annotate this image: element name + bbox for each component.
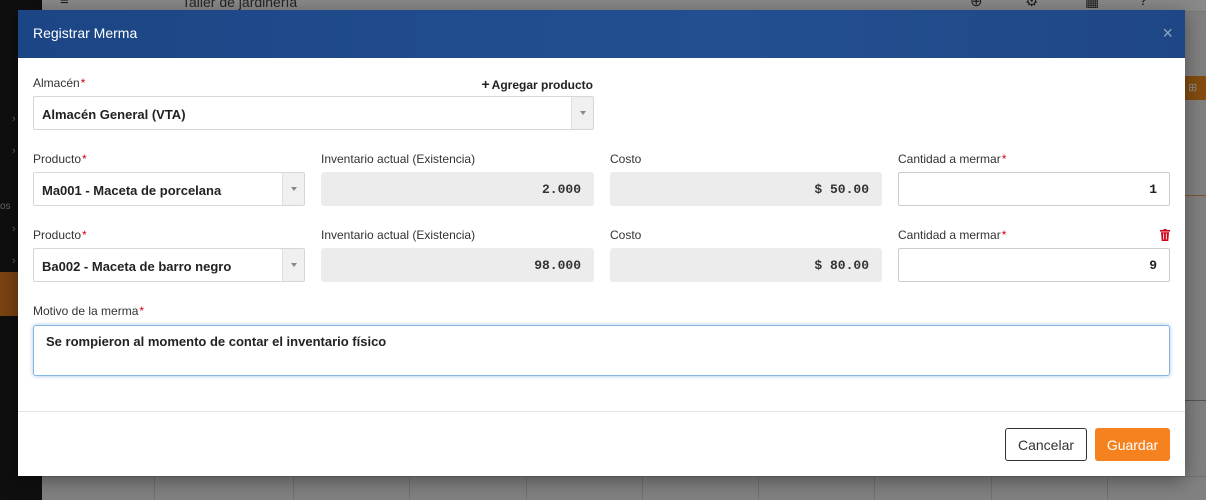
quantity-input[interactable] xyxy=(898,248,1170,282)
product-select[interactable]: Ma001 - Maceta de porcelana xyxy=(33,172,305,206)
close-icon[interactable]: × xyxy=(1162,24,1173,42)
warehouse-select[interactable]: Almacén General (VTA) xyxy=(33,96,594,130)
modal-footer-divider xyxy=(18,411,1185,412)
product-label: Producto* xyxy=(33,228,87,242)
warehouse-label: Almacén* xyxy=(33,76,86,90)
register-shrinkage-modal: Registrar Merma × Almacén* + Agregar prod… xyxy=(18,10,1185,476)
reason-label: Motivo de la merma* xyxy=(33,304,145,318)
stock-readonly: 98.000 xyxy=(321,248,594,282)
stock-label: Inventario actual (Existencia) xyxy=(321,228,476,242)
save-button[interactable]: Guardar xyxy=(1095,428,1170,461)
trash-icon[interactable] xyxy=(1160,229,1170,241)
add-product-link[interactable]: + Agregar producto xyxy=(481,76,593,92)
chevron-down-icon xyxy=(282,173,304,205)
stock-label: Inventario actual (Existencia) xyxy=(321,152,476,166)
cost-label: Costo xyxy=(610,228,642,242)
quantity-label: Cantidad a mermar* xyxy=(898,228,1007,242)
plus-icon: + xyxy=(481,76,490,92)
cost-readonly: $ 80.00 xyxy=(610,248,882,282)
reason-textarea[interactable]: Se rompieron al momento de contar el inv… xyxy=(33,325,1170,376)
cost-readonly: $ 50.00 xyxy=(610,172,882,206)
stock-readonly: 2.000 xyxy=(321,172,594,206)
modal-title: Registrar Merma xyxy=(33,25,138,41)
chevron-down-icon xyxy=(282,249,304,281)
cost-label: Costo xyxy=(610,152,642,166)
quantity-label: Cantidad a mermar* xyxy=(898,152,1007,166)
product-select[interactable]: Ba002 - Maceta de barro negro xyxy=(33,248,305,282)
chevron-down-icon xyxy=(571,97,593,129)
cancel-button[interactable]: Cancelar xyxy=(1005,428,1087,461)
quantity-input[interactable] xyxy=(898,172,1170,206)
modal-header: Registrar Merma × xyxy=(18,10,1185,58)
product-label: Producto* xyxy=(33,152,87,166)
